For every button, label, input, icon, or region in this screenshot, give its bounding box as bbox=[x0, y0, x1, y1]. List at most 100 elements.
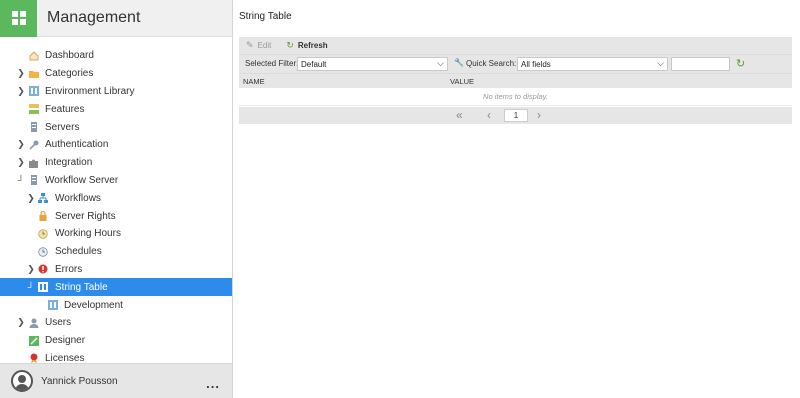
chevron-right-icon[interactable]: ❯ bbox=[16, 317, 26, 328]
nav-item-errors[interactable]: ❯ Errors bbox=[0, 261, 232, 279]
chevron-right-icon[interactable]: ❯ bbox=[16, 139, 26, 150]
page-number-input[interactable]: 1 bbox=[504, 109, 528, 122]
more-options-button[interactable]: ... bbox=[206, 376, 220, 391]
nav-item-workflow-server[interactable]: ┘ Workflow Server bbox=[0, 172, 232, 190]
nav-item-label: Environment Library bbox=[45, 85, 135, 97]
chevron-right-icon[interactable]: ❯ bbox=[16, 157, 26, 168]
string-table-grid: ✎ Edit ↻ Refresh Selected Filter: Defaul… bbox=[239, 37, 792, 124]
pager: « ‹ 1 › bbox=[239, 107, 792, 124]
server-icon bbox=[29, 175, 39, 186]
nav-item-label: Integration bbox=[45, 157, 93, 169]
wrench-icon: 🔧 bbox=[454, 58, 464, 67]
nav-item-development[interactable]: Development bbox=[0, 296, 232, 314]
chevron-down-icon: ⌵ bbox=[657, 58, 664, 68]
nav-item-label: Categories bbox=[45, 68, 94, 80]
user-icon bbox=[29, 318, 39, 328]
nav-item-label: Users bbox=[45, 317, 72, 329]
app-header: Management bbox=[0, 0, 232, 37]
chevron-right-icon[interactable]: ❯ bbox=[16, 68, 26, 79]
nav-item-label: Authentication bbox=[45, 139, 109, 151]
user-name: Yannick Pousson bbox=[41, 375, 118, 387]
nav-item-label: Working Hours bbox=[55, 228, 121, 240]
sidebar: Management Dashboard ❯ Categories ❯ Envi… bbox=[0, 0, 233, 398]
nav-item-string-table[interactable]: ┘ String Table bbox=[0, 278, 232, 297]
license-icon bbox=[29, 353, 39, 364]
page-title: String Table bbox=[239, 11, 292, 22]
column-header-name[interactable]: NAME bbox=[243, 77, 265, 86]
nav-item-servers[interactable]: Servers bbox=[0, 118, 232, 136]
quick-search-field-select[interactable]: All fields ⌵ bbox=[517, 57, 668, 71]
nav-item-label: Schedules bbox=[55, 246, 102, 258]
pencil-icon: ✎ bbox=[246, 40, 254, 50]
designer-icon bbox=[29, 335, 39, 346]
nav-item-features[interactable]: Features bbox=[0, 100, 232, 118]
nav-item-label: Features bbox=[45, 103, 85, 115]
reset-search-icon[interactable]: ↻ bbox=[736, 57, 745, 70]
table-header: NAME VALUE bbox=[239, 73, 792, 88]
features-icon bbox=[29, 104, 39, 115]
library-icon bbox=[29, 86, 39, 97]
refresh-icon: ↻ bbox=[286, 40, 294, 50]
collapse-icon[interactable]: ┘ bbox=[16, 175, 26, 185]
key-icon bbox=[29, 140, 39, 150]
edit-button-label: Edit bbox=[257, 41, 272, 50]
nav-item-designer[interactable]: Designer bbox=[0, 332, 232, 350]
nav-item-categories[interactable]: ❯ Categories bbox=[0, 65, 232, 83]
grid-toolbar: ✎ Edit ↻ Refresh bbox=[239, 37, 792, 55]
refresh-button[interactable]: ↻ Refresh bbox=[286, 40, 327, 51]
nav-item-label: Errors bbox=[55, 263, 83, 275]
puzzle-icon bbox=[29, 158, 39, 168]
folder-icon bbox=[29, 69, 39, 79]
collapse-icon[interactable]: ┘ bbox=[26, 282, 36, 292]
error-icon bbox=[38, 264, 48, 274]
workflow-icon bbox=[38, 193, 48, 204]
string-table-icon bbox=[38, 282, 48, 293]
nav-item-environment-library[interactable]: ❯ Environment Library bbox=[0, 83, 232, 101]
chevron-right-icon[interactable]: ❯ bbox=[26, 264, 36, 274]
nav-item-dashboard[interactable]: Dashboard bbox=[0, 47, 232, 65]
nav-tree: Dashboard ❯ Categories ❯ Environment Lib… bbox=[0, 47, 232, 367]
empty-message: No items to display. bbox=[239, 88, 792, 106]
lock-icon bbox=[38, 211, 48, 222]
nav-item-label: Dashboard bbox=[45, 50, 94, 62]
nav-item-label: Workflow Server bbox=[45, 174, 119, 186]
column-header-value[interactable]: VALUE bbox=[450, 77, 474, 86]
dashboard-icon bbox=[29, 51, 39, 61]
nav-item-label: Servers bbox=[45, 121, 80, 133]
chevron-down-icon: ⌵ bbox=[437, 58, 444, 68]
quick-search-input[interactable] bbox=[671, 57, 730, 71]
chevron-right-icon[interactable]: ❯ bbox=[26, 193, 36, 203]
edit-button[interactable]: ✎ Edit bbox=[246, 40, 271, 51]
clock-icon bbox=[38, 229, 48, 239]
nav-item-authentication[interactable]: ❯ Authentication bbox=[0, 136, 232, 154]
nav-item-workflows[interactable]: ❯ Workflows bbox=[0, 189, 232, 207]
refresh-button-label: Refresh bbox=[297, 41, 328, 50]
selected-filter-select[interactable]: Default ⌵ bbox=[297, 57, 448, 71]
quick-search-label: Quick Search: bbox=[466, 59, 517, 68]
first-page-icon[interactable]: « bbox=[456, 109, 463, 121]
chevron-right-icon[interactable]: ❯ bbox=[16, 86, 26, 96]
main-content: String Table ✎ Edit ↻ Refresh Selected F… bbox=[234, 0, 800, 398]
nav-item-label: Designer bbox=[45, 335, 86, 347]
nav-item-label: Server Rights bbox=[55, 210, 116, 222]
user-bar: Yannick Pousson ... bbox=[0, 363, 232, 398]
nav-item-integration[interactable]: ❯ Integration bbox=[0, 154, 232, 172]
nav-item-working-hours[interactable]: Working Hours bbox=[0, 225, 232, 243]
filter-bar: Selected Filter: Default ⌵ 🔧 Quick Searc… bbox=[239, 55, 792, 73]
avatar-icon[interactable] bbox=[11, 370, 33, 392]
next-page-icon[interactable]: › bbox=[537, 109, 541, 121]
nav-item-server-rights[interactable]: Server Rights bbox=[0, 207, 232, 225]
previous-page-icon[interactable]: ‹ bbox=[487, 109, 491, 121]
selected-filter-label: Selected Filter: bbox=[245, 59, 299, 68]
library-icon bbox=[48, 300, 58, 311]
nav-item-label: Development bbox=[64, 299, 123, 311]
nav-item-label: String Table bbox=[55, 281, 108, 293]
nav-item-schedules[interactable]: Schedules bbox=[0, 243, 232, 261]
app-title: Management bbox=[47, 9, 141, 26]
schedule-icon bbox=[38, 246, 48, 257]
selected-filter-value: Default bbox=[301, 59, 327, 69]
app-logo-icon[interactable] bbox=[0, 0, 37, 37]
quick-search-field-value: All fields bbox=[521, 59, 551, 69]
server-icon bbox=[29, 122, 39, 133]
nav-item-users[interactable]: ❯ Users bbox=[0, 314, 232, 332]
